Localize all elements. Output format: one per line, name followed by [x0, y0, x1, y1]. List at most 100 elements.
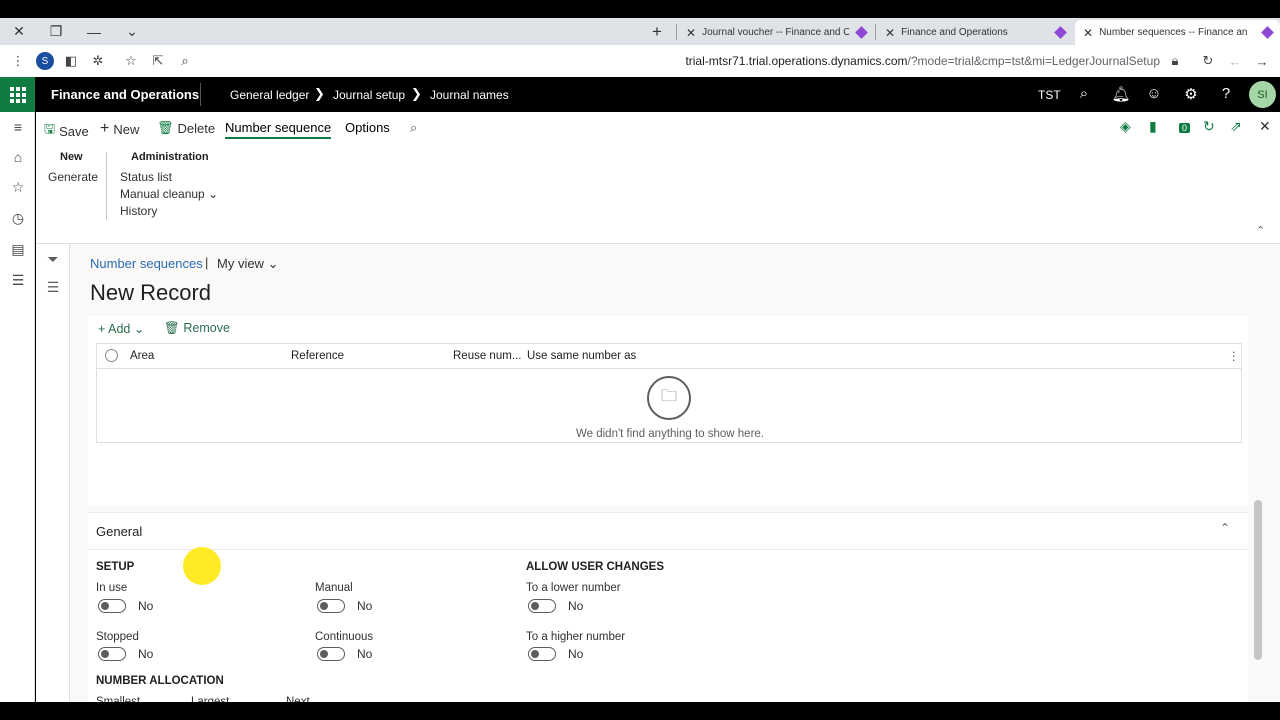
select-all-radio[interactable]	[105, 349, 118, 362]
column-area[interactable]: Area	[130, 344, 154, 368]
browser-tab-bar: ✕ ❐ — ⌄ + ✕ Journal voucher -- Finance a…	[0, 18, 1280, 45]
toggle-switch[interactable]	[317, 647, 345, 661]
breadcrumb-general-ledger[interactable]: General ledger	[230, 88, 309, 102]
form-breadcrumb[interactable]: Number sequences	[90, 256, 203, 271]
search-icon[interactable]: ⌕	[1074, 85, 1094, 102]
company-picker[interactable]: TST	[1038, 88, 1061, 102]
settings-gear-icon[interactable]: ⚙	[1181, 85, 1201, 103]
refresh-icon[interactable]: ↻	[1203, 118, 1215, 135]
workspaces-icon[interactable]: ▤	[9, 240, 27, 258]
toggle-value: No	[357, 647, 373, 661]
save-icon: 🖫	[44, 121, 56, 136]
view-selector[interactable]: My view ⌄	[217, 256, 278, 272]
url-field[interactable]: trial-mtsr71.trial.operations.dynamics.c…	[200, 49, 1190, 73]
page-scrollbar[interactable]	[1254, 500, 1262, 660]
minimize-window-icon[interactable]: —	[80, 18, 108, 45]
status-list-button[interactable]: Status list	[120, 170, 172, 184]
remove-button[interactable]: 🗑︎ Remove	[164, 321, 230, 336]
breadcrumb-journal-setup[interactable]: Journal setup	[333, 88, 405, 102]
column-reference[interactable]: Reference	[291, 344, 344, 368]
collapse-ribbon-chevron-icon[interactable]: ⌃	[1256, 224, 1265, 237]
filter-icon[interactable]: ⏷	[44, 250, 62, 268]
dynamics-icon	[1261, 26, 1274, 39]
plus-icon: +	[100, 120, 110, 137]
general-header[interactable]: General	[96, 524, 142, 539]
toggle-switch[interactable]	[98, 647, 126, 661]
extensions-icon[interactable]: ✲	[89, 52, 107, 70]
chevron-down-icon: ⌄	[208, 187, 219, 201]
collapse-chevron-icon[interactable]: ⌃	[1220, 521, 1230, 535]
column-options-icon[interactable]: ⋮	[1228, 344, 1240, 368]
app-name[interactable]: Finance and Operations	[51, 87, 199, 102]
forward-icon[interactable]: →	[1253, 52, 1271, 70]
in-use-toggle[interactable]: No	[98, 599, 153, 613]
tab-list-chevron-icon[interactable]: ⌄	[118, 18, 146, 45]
cursor-highlight	[183, 547, 221, 585]
history-button[interactable]: History	[120, 204, 157, 218]
toggle-value: No	[138, 599, 154, 613]
save-button[interactable]: 🖫 Save	[44, 120, 89, 142]
power-apps-icon[interactable]: ◈	[1120, 118, 1131, 135]
manual-toggle[interactable]: No	[317, 599, 372, 613]
office-icon[interactable]: ▮	[1149, 118, 1157, 135]
recent-clock-icon[interactable]: ◷	[9, 209, 27, 227]
back-icon[interactable]: ←	[1226, 52, 1244, 70]
higher-number-toggle[interactable]: No	[528, 647, 583, 661]
menu-dots-icon[interactable]: ⋮	[9, 52, 27, 70]
stopped-toggle[interactable]: No	[98, 647, 153, 661]
delete-button[interactable]: 🗑︎ Delete	[157, 120, 215, 136]
allow-user-changes-heading: ALLOW USER CHANGES	[526, 561, 664, 573]
trash-icon: 🗑︎	[157, 120, 174, 135]
close-window-icon[interactable]: ✕	[5, 18, 33, 45]
reload-icon[interactable]: ↻	[1199, 52, 1217, 70]
toggle-switch[interactable]	[528, 647, 556, 661]
restore-window-icon[interactable]: ❐	[42, 18, 70, 45]
new-button[interactable]: + New	[100, 120, 139, 138]
tab-label: Number sequences -- Finance an	[1099, 27, 1248, 38]
browser-tab-number-sequences[interactable]: ✕ Number sequences -- Finance an	[1075, 20, 1280, 45]
help-icon[interactable]: ?	[1216, 85, 1236, 102]
toggle-switch[interactable]	[528, 599, 556, 613]
toggle-switch[interactable]	[317, 599, 345, 613]
close-page-icon[interactable]: ✕	[1259, 118, 1271, 135]
manual-cleanup-button[interactable]: Manual cleanup ⌄	[120, 187, 218, 201]
tab-options[interactable]: Options	[345, 120, 390, 135]
user-avatar[interactable]: SI	[1249, 81, 1276, 108]
browser-tab-finance-operations[interactable]: ✕ Finance and Operations	[877, 20, 1073, 45]
sidebar-icon[interactable]: ◧	[62, 52, 80, 70]
home-icon[interactable]: ⌂	[9, 148, 27, 166]
generate-button[interactable]: Generate	[48, 170, 98, 184]
new-tab-icon[interactable]: +	[643, 18, 671, 45]
list-toggle-icon[interactable]: ☰	[44, 278, 62, 296]
continuous-toggle[interactable]: No	[317, 647, 372, 661]
add-button[interactable]: + Add ⌄	[98, 321, 144, 336]
modules-list-icon[interactable]: ☰	[9, 271, 27, 289]
tab-close-icon[interactable]: ✕	[686, 26, 696, 40]
tab-close-icon[interactable]: ✕	[1083, 26, 1093, 40]
notifications-icon[interactable]: 🔔︎	[1111, 85, 1131, 103]
profile-avatar[interactable]: S	[36, 52, 54, 70]
feedback-smiley-icon[interactable]: ☺	[1144, 85, 1164, 102]
favorites-star-icon[interactable]: ☆	[9, 178, 27, 196]
attachments-icon[interactable]: 0	[1179, 118, 1191, 134]
column-reuse-numbers[interactable]: Reuse num...	[453, 344, 521, 368]
tab-number-sequence[interactable]: Number sequence	[225, 120, 332, 139]
app-launcher-icon[interactable]	[0, 77, 35, 112]
url-path: /?mode=trial&cmp=tst&mi=LedgerJournalSet…	[907, 54, 1160, 68]
share-icon[interactable]: ⇱	[149, 52, 167, 70]
zoom-icon[interactable]: ⌕	[176, 52, 194, 70]
sequence-grid-panel: + Add ⌄ 🗑︎ Remove Area Reference Reuse n…	[88, 316, 1248, 506]
group-new-heading: New	[60, 151, 83, 163]
browser-tab-journal-voucher[interactable]: ✕ Journal voucher -- Finance and O	[678, 20, 874, 45]
page-content: ⏷ ☰ Number sequences | My view ⌄ New Rec…	[36, 244, 1280, 712]
hamburger-menu-icon[interactable]: ≡	[9, 118, 27, 136]
open-new-window-icon[interactable]: ⇗	[1230, 118, 1242, 135]
action-search-icon[interactable]: ⌕	[410, 120, 417, 136]
star-icon[interactable]: ☆	[122, 52, 140, 70]
tab-close-icon[interactable]: ✕	[885, 26, 895, 40]
lower-number-toggle[interactable]: No	[528, 599, 583, 613]
toggle-value: No	[568, 599, 584, 613]
breadcrumb-journal-names[interactable]: Journal names	[430, 88, 509, 102]
toggle-switch[interactable]	[98, 599, 126, 613]
column-use-same-number-as[interactable]: Use same number as	[527, 344, 636, 368]
